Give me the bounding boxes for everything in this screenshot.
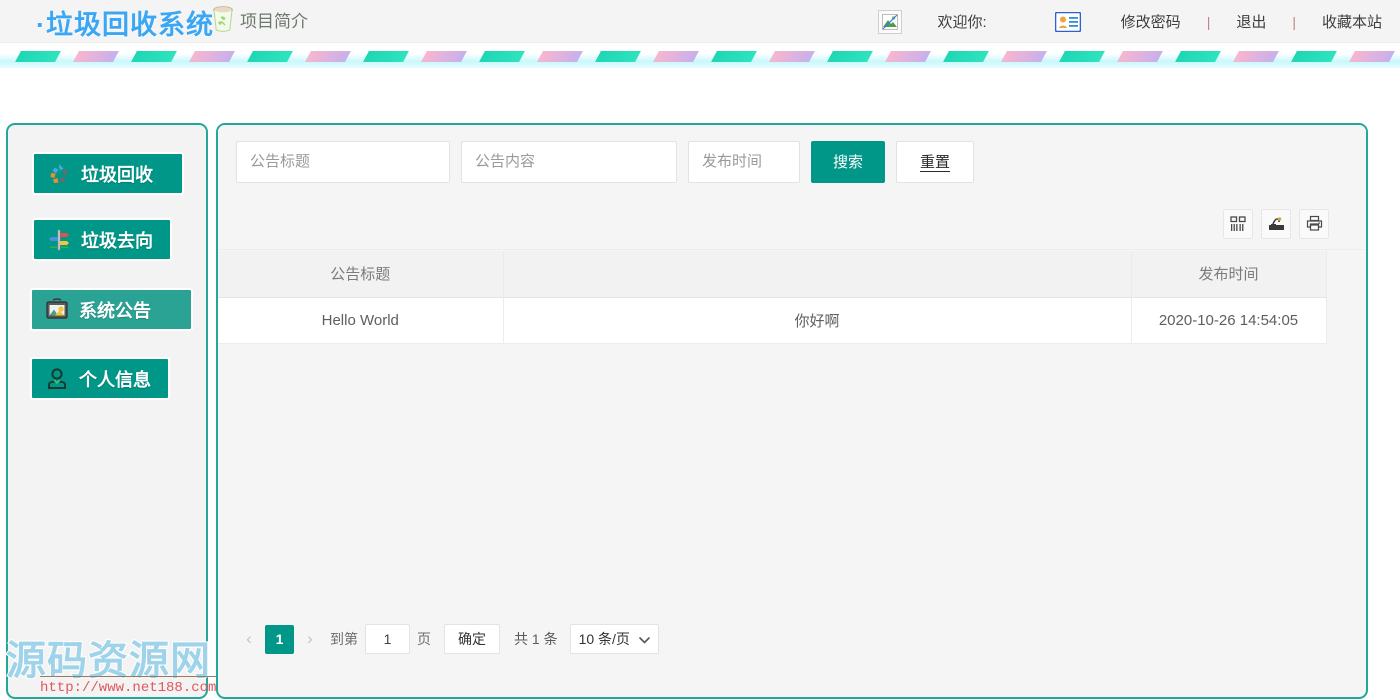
stripe-segment [247, 51, 293, 62]
search-button[interactable]: 搜索 [811, 140, 885, 183]
reset-button-label: 重置 [919, 154, 950, 172]
search-filter-bar: 搜索 重置 [218, 125, 1366, 198]
id-card-icon [1054, 11, 1081, 32]
table-header-row: 公告标题 发布时间 [218, 251, 1327, 298]
page-number-1[interactable]: 1 [265, 624, 294, 654]
decorative-stripe-band [0, 44, 1400, 68]
sidebar-item-garbage-recycle[interactable]: 垃圾回收 [32, 152, 184, 195]
table-toolbar [218, 198, 1366, 250]
stripe-segment [421, 51, 467, 62]
stripe-segment [1233, 51, 1279, 62]
stripe-segment [827, 51, 873, 62]
sidebar-item-system-announcement[interactable]: 系统公告 [30, 288, 193, 331]
reset-button[interactable]: 重置 [896, 140, 974, 183]
pagination-bar: ‹ 1 › 到第 页 确定 共 1 条 10 条/页 [218, 619, 1366, 659]
change-password-link[interactable]: 修改密码 [1121, 11, 1181, 32]
top-header: ·垃圾回收系统 项目简介 欢迎你: 修改密码 | 退出 | 收藏本站 [0, 0, 1400, 43]
stripe-segment [363, 51, 409, 62]
stripe-segment [305, 51, 351, 62]
publish-time-input[interactable] [688, 140, 800, 183]
stripe-segment [711, 51, 757, 62]
person-icon [44, 366, 70, 392]
sidebar-item-label: 系统公告 [79, 300, 151, 321]
stripe-segment [1291, 51, 1337, 62]
total-count-label: 共 1 条 [514, 631, 558, 647]
recycle-icon [46, 161, 72, 187]
stripe-segment [595, 51, 641, 62]
stripe-segment [479, 51, 525, 62]
columns-icon[interactable] [1223, 208, 1253, 239]
announcement-content-input[interactable] [461, 140, 677, 183]
confirm-page-button[interactable]: 确定 [444, 624, 500, 654]
announcement-board-icon [44, 297, 70, 323]
sidebar-item-label: 个人信息 [79, 369, 151, 390]
cell-content: 你好啊 [503, 297, 1132, 344]
page-unit-label: 页 [417, 631, 431, 647]
stripe-segment [131, 51, 177, 62]
stripe-segment [73, 51, 119, 62]
chevron-down-icon [639, 631, 650, 647]
announcement-table-wrap: 公告标题 发布时间 Hello World 你好啊 2020-10-26 14:… [218, 251, 1366, 344]
announcement-title-input[interactable] [236, 140, 450, 183]
stripe-segment [943, 51, 989, 62]
stripe-segment [189, 51, 235, 62]
broken-image-icon [877, 9, 902, 34]
project-intro-link[interactable]: 项目简介 [210, 5, 308, 33]
sidebar-item-label: 垃圾去向 [81, 230, 153, 251]
signpost-icon [46, 227, 72, 253]
stripe-segment [1001, 51, 1047, 62]
announcement-table: 公告标题 发布时间 Hello World 你好啊 2020-10-26 14:… [218, 251, 1327, 344]
column-header-content[interactable] [503, 251, 1132, 298]
welcome-label: 欢迎你: [937, 14, 987, 31]
cell-title: Hello World [218, 297, 504, 344]
chevron-left-icon[interactable]: ‹ [236, 626, 262, 652]
table-row[interactable]: Hello World 你好啊 2020-10-26 14:54:05 [218, 297, 1327, 344]
stripe-segment [1349, 51, 1395, 62]
print-icon[interactable] [1299, 208, 1329, 239]
page-size-label: 10 条/页 [578, 631, 630, 647]
cell-time: 2020-10-26 14:54:05 [1131, 297, 1327, 344]
stripe-segment [769, 51, 815, 62]
export-icon[interactable] [1261, 208, 1291, 239]
trash-bin-icon [210, 5, 236, 33]
chevron-right-icon[interactable]: › [297, 626, 323, 652]
goto-page-input[interactable] [365, 624, 410, 654]
stripe-segment [1059, 51, 1105, 62]
sidebar-item-personal-info[interactable]: 个人信息 [30, 357, 170, 400]
bookmark-site-link[interactable]: 收藏本站 [1322, 11, 1382, 32]
sidebar-panel: 垃圾回收 垃圾去向 系统公告 个人信息 [6, 123, 208, 699]
main-panel: 搜索 重置 [216, 123, 1368, 699]
logout-link[interactable]: 退出 [1236, 11, 1266, 32]
sidebar-item-label: 垃圾回收 [81, 164, 153, 185]
stripe-segment [885, 51, 931, 62]
stripe-segment [15, 51, 61, 62]
column-header-title[interactable]: 公告标题 [218, 251, 504, 298]
column-header-time[interactable]: 发布时间 [1131, 251, 1327, 298]
sidebar-item-garbage-destination[interactable]: 垃圾去向 [32, 218, 172, 261]
page-size-select[interactable]: 10 条/页 [569, 624, 659, 654]
header-separator-1: | [1206, 13, 1211, 30]
app-brand-title: ·垃圾回收系统 [36, 10, 214, 40]
goto-page-label: 到第 [330, 631, 358, 647]
stripe-segment [1117, 51, 1163, 62]
stripe-segment [537, 51, 583, 62]
project-intro-label: 项目简介 [240, 11, 308, 31]
content-area: 垃圾回收 垃圾去向 系统公告 个人信息 公告标题 公告内容 发布时间 搜索 重置… [0, 68, 1400, 700]
header-separator-2: | [1292, 13, 1296, 30]
stripe-segment [1175, 51, 1221, 62]
stripe-segment [653, 51, 699, 62]
header-right-area: 欢迎你: 修改密码 | 退出 | 收藏本站 [877, 0, 1400, 43]
